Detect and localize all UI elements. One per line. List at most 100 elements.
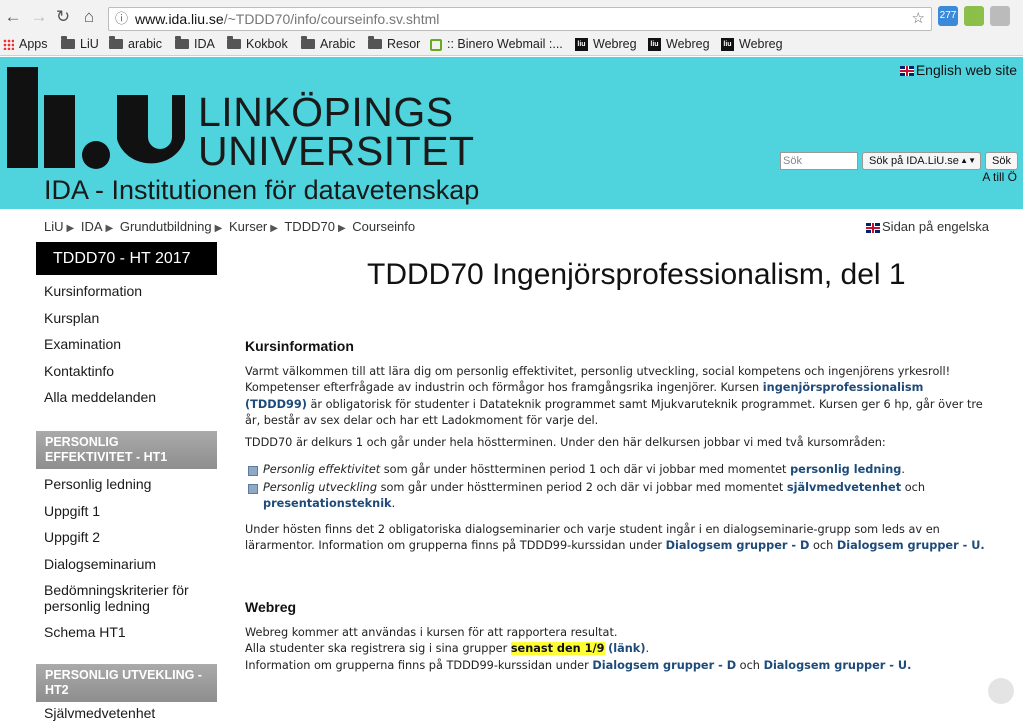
breadcrumb: LiU ▶ IDA ▶ Grundutbildning ▶ Kurser ▶ TDDD7…	[44, 219, 415, 234]
sidebar-item-kursinformation[interactable]: Kursinformation	[36, 283, 217, 300]
triangle-right-icon: ▶	[270, 223, 278, 234]
list-item: Personlig effektivitet som går under hös…	[245, 462, 985, 478]
back-icon[interactable]: ←	[2, 6, 24, 28]
bookmark-folder-resor[interactable]: Resor	[368, 34, 420, 54]
breadcrumb-liu[interactable]: LiU	[44, 219, 64, 234]
search-scope-select[interactable]: Sök på IDA.LiU.se ▲▼	[862, 152, 981, 170]
sidebar-item-schema-ht1[interactable]: Schema HT1	[36, 624, 217, 641]
bookmark-folder-kokbok[interactable]: Kokbok	[227, 34, 288, 54]
triangle-right-icon: ▶	[66, 223, 75, 234]
url-path: /~TDDD70/info/courseinfo.sv.shtml	[223, 11, 440, 27]
presentationsteknik-link[interactable]: presentationsteknik	[263, 497, 392, 510]
dialogsem-d-link-2[interactable]: Dialogsem grupper - D	[592, 659, 736, 672]
liu-favicon-icon: liu	[575, 38, 588, 52]
sidebar-item-personlig-ledning[interactable]: Personlig ledning	[36, 476, 217, 493]
sjalvmedvetenhet-link[interactable]: självmedvetenhet	[787, 481, 901, 494]
search-button[interactable]: Sök	[985, 152, 1018, 170]
page-title: TDDD70 Ingenjörsprofessionalism, del 1	[367, 258, 906, 291]
folder-icon	[61, 35, 75, 49]
bullet-icon	[248, 484, 258, 494]
heading-webreg: Webreg	[245, 599, 297, 615]
search-input[interactable]: Sök	[780, 152, 858, 170]
binero-icon	[430, 38, 442, 51]
bookmark-webreg-1[interactable]: liu Webreg	[575, 34, 637, 54]
breadcrumb-grundutbildning[interactable]: Grundutbildning	[120, 219, 212, 234]
bookmark-binero[interactable]: :: Binero Webmail :...	[430, 34, 563, 54]
english-page-link[interactable]: Sidan på engelska	[866, 219, 989, 234]
liu-favicon-icon: liu	[648, 38, 661, 52]
select-arrows-icon: ▲▼	[960, 156, 976, 165]
dialogseminarier-paragraph: Under hösten finns det 2 obligatoriska d…	[245, 523, 985, 553]
bookmark-webreg-3[interactable]: liu Webreg	[721, 34, 783, 54]
triangle-right-icon: ▶	[214, 223, 223, 234]
folder-icon	[109, 35, 123, 49]
breadcrumb-kurser[interactable]: Kurser	[229, 219, 267, 234]
apps-grid-icon	[3, 39, 14, 51]
reload-icon[interactable]: ↻	[52, 6, 74, 28]
uk-flag-icon	[899, 66, 914, 77]
bookmark-folder-liu[interactable]: LiU	[61, 34, 99, 54]
address-bar[interactable]: ⓘ www.ida.liu.se/~TDDD70/info/courseinfo…	[108, 7, 932, 31]
folder-icon	[368, 35, 382, 49]
personlig-ledning-link[interactable]: personlig ledning	[790, 463, 901, 476]
sidebar-item-kursplan[interactable]: Kursplan	[36, 310, 217, 327]
intro-paragraph: Varmt välkommen till att lära dig om per…	[245, 364, 985, 429]
floating-widget-icon[interactable]	[988, 678, 1014, 704]
bookmark-folder-arabic2[interactable]: Arabic	[301, 34, 355, 54]
bullet-icon	[248, 466, 258, 476]
deadline-highlight: senast den 1/9	[510, 642, 605, 656]
section-header-personlig-effektivitet[interactable]: PERSONLIG EFFEKTIVITET - HT1	[36, 431, 217, 469]
url-host: www.ida.liu.se	[135, 11, 224, 27]
intro-text-cont: är obligatorisk för studenter i Datatekn…	[245, 397, 983, 427]
bookmark-apps[interactable]: Apps	[3, 34, 48, 54]
folder-icon	[175, 35, 189, 49]
sidebar-item-dialogseminarium[interactable]: Dialogseminarium	[36, 556, 217, 573]
sidebar-item-uppgift-1[interactable]: Uppgift 1	[36, 503, 217, 520]
english-site-link[interactable]: English web site	[899, 62, 1017, 78]
browser-chrome: ← → ↻ ⌂ ⓘ www.ida.liu.se/~TDDD70/info/co…	[0, 0, 1023, 56]
sidebar-item-sjalvmedvetenhet[interactable]: Självmedvetenhet	[36, 705, 217, 722]
sidebar-item-kontaktinfo[interactable]: Kontaktinfo	[36, 363, 217, 380]
list-item: Personlig utveckling som går under höstt…	[245, 480, 985, 513]
university-name[interactable]: LINKÖPINGS UNIVERSITET	[198, 92, 475, 172]
breadcrumb-ida[interactable]: IDA	[81, 219, 103, 234]
cast-icon[interactable]	[990, 6, 1010, 26]
breadcrumb-courseinfo[interactable]: Courseinfo	[352, 219, 415, 234]
bookmark-folder-arabic[interactable]: arabic	[109, 34, 162, 54]
folder-icon	[227, 35, 241, 49]
extension-badge-count: 277	[939, 10, 957, 21]
bookmark-folder-ida[interactable]: IDA	[175, 34, 215, 54]
liu-favicon-icon: liu	[721, 38, 734, 52]
extension-icon[interactable]	[964, 6, 984, 26]
course-header[interactable]: TDDD70 - HT 2017	[36, 242, 217, 275]
sidebar-item-uppgift-2[interactable]: Uppgift 2	[36, 529, 217, 546]
bookmark-webreg-2[interactable]: liu Webreg	[648, 34, 710, 54]
extension-badge-icon[interactable]: 277	[938, 6, 958, 26]
breadcrumb-tddd70[interactable]: TDDD70	[284, 219, 335, 234]
dialogsem-u-link[interactable]: Dialogsem grupper - U.	[837, 539, 985, 552]
webreg-paragraph: Webreg kommer att användas i kursen för …	[245, 625, 985, 674]
dialogsem-u-link-2[interactable]: Dialogsem grupper - U.	[764, 659, 912, 672]
uk-flag-icon	[866, 222, 881, 233]
liu-logo-icon[interactable]	[7, 67, 185, 171]
department-name[interactable]: IDA - Institutionen för datavetenskap	[44, 175, 479, 206]
delkurs-paragraph: TDDD70 är delkurs 1 och går under hela h…	[245, 436, 886, 449]
bookmarks-bar: Apps LiU arabic IDA Kokbok Arabic Resor …	[0, 34, 1023, 54]
a-to-z-link[interactable]: A till Ö	[982, 170, 1017, 184]
sidebar-item-bedomningskriterier[interactable]: Bedömningskriterier för personlig lednin…	[36, 582, 217, 614]
heading-kursinformation: Kursinformation	[245, 338, 354, 354]
webreg-link[interactable]: (länk)	[608, 642, 645, 655]
folder-icon	[301, 35, 315, 49]
sidebar-item-examination[interactable]: Examination	[36, 336, 217, 353]
webreg-text: Webreg kommer att användas i kursen för …	[245, 626, 618, 639]
triangle-right-icon: ▶	[337, 223, 346, 234]
bookmark-star-icon[interactable]: ☆	[912, 8, 925, 30]
sidebar-item-alla-meddelanden[interactable]: Alla meddelanden	[36, 389, 217, 406]
section-header-personlig-utveckling[interactable]: PERSONLIG UTVEKLING - HT2	[36, 663, 217, 702]
sidebar-nav: TDDD70 - HT 2017 Kursinformation Kurspla…	[36, 242, 217, 722]
dialogsem-d-link[interactable]: Dialogsem grupper - D	[666, 539, 810, 552]
home-icon[interactable]: ⌂	[78, 6, 100, 28]
page-info-icon[interactable]: ⓘ	[115, 8, 128, 30]
forward-icon[interactable]: →	[28, 6, 50, 28]
site-banner: LINKÖPINGS UNIVERSITET IDA - Institution…	[0, 57, 1023, 209]
